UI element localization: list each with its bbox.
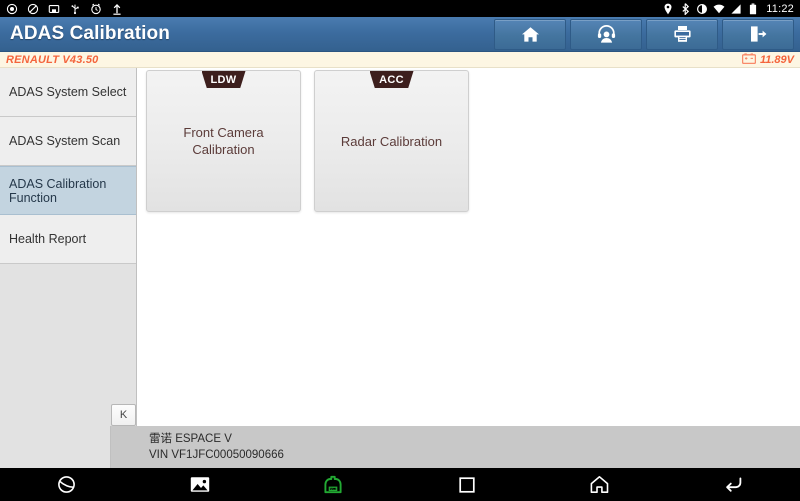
version-bar: RENAULT V43.50 11.89V <box>0 52 800 68</box>
recents-button[interactable] <box>400 468 533 501</box>
alarm-icon <box>90 3 102 15</box>
home-outline-icon <box>589 475 610 494</box>
voltage-value: 11.89V <box>759 53 794 66</box>
voltage-indicator: 11.89V <box>741 51 794 69</box>
support-button[interactable] <box>570 18 642 50</box>
page-title: ADAS Calibration <box>10 23 170 44</box>
main-content: LDW Front Camera Calibration ACC Radar C… <box>138 68 800 426</box>
vehicle-bar-left-pad <box>0 426 111 468</box>
header-actions <box>494 17 800 51</box>
status-bar-clock: 11:22 <box>766 2 794 15</box>
software-version-label: RENAULT V43.50 <box>6 53 99 66</box>
car-battery-icon <box>741 51 756 69</box>
upload-icon <box>111 3 123 15</box>
sidebar-collapse-button[interactable]: K <box>111 404 136 426</box>
print-button[interactable] <box>646 18 718 50</box>
brightness-icon <box>696 3 708 15</box>
card-front-camera-calibration[interactable]: LDW Front Camera Calibration <box>146 70 301 212</box>
sidebar-item-label: ADAS System Select <box>9 85 127 99</box>
back-button[interactable] <box>667 468 800 501</box>
card-title: Radar Calibration <box>340 133 443 149</box>
android-status-bar: 11:22 <box>0 0 800 17</box>
sidebar-item-adas-system-select[interactable]: ADAS System Select <box>0 68 136 117</box>
sidebar-item-health-report[interactable]: Health Report <box>0 215 136 264</box>
usb-icon <box>69 3 81 15</box>
gallery-button[interactable] <box>133 468 266 501</box>
home-nav-button[interactable] <box>533 468 666 501</box>
sidebar-item-adas-calibration-function[interactable]: ADAS Calibration Function <box>0 166 136 215</box>
vehicle-info-bar: 雷诺 ESPACE V VIN VF1JFC00050090666 <box>111 426 800 468</box>
vehicle-vin: VIN VF1JFC00050090666 <box>149 449 284 461</box>
calibration-function-grid: LDW Front Camera Calibration ACC Radar C… <box>146 70 800 212</box>
browser-icon <box>56 474 77 495</box>
vehicle-model: 雷诺 ESPACE V <box>149 433 232 445</box>
do-not-disturb-icon <box>27 3 39 15</box>
sidebar-item-label: ADAS System Scan <box>9 134 121 148</box>
headset-icon <box>597 25 616 43</box>
work-area: ADAS System Select ADAS System Scan ADAS… <box>0 68 800 426</box>
square-icon <box>458 476 476 494</box>
back-arrow-icon <box>723 475 744 494</box>
screenshot-icon <box>48 3 60 15</box>
adas-calibration-screen: 11:22 ADAS Calibration RENAULT V43.50 11… <box>0 0 800 501</box>
home-icon <box>521 26 540 43</box>
vci-connector-icon: VCI <box>320 475 346 495</box>
cell-signal-icon <box>730 3 742 15</box>
bluetooth-icon <box>679 2 691 15</box>
status-bar-left-icons <box>6 3 123 15</box>
sidebar-item-label: ADAS Calibration Function <box>9 176 107 205</box>
exit-button[interactable] <box>722 18 794 50</box>
image-icon <box>190 476 210 493</box>
card-title: Front Camera Calibration <box>183 125 264 157</box>
status-bar-right-icons: 11:22 <box>662 3 794 15</box>
sidebar-item-label: Health Report <box>9 232 87 246</box>
svg-text:VCI: VCI <box>330 486 336 490</box>
vci-button[interactable]: VCI <box>267 468 400 501</box>
app-header: ADAS Calibration <box>0 17 800 52</box>
status-badge: LDW <box>201 71 246 88</box>
wifi-icon <box>713 3 725 15</box>
battery-icon <box>747 3 759 15</box>
status-badge: ACC <box>369 71 414 88</box>
record-icon <box>6 3 18 15</box>
sidebar-item-adas-system-scan[interactable]: ADAS System Scan <box>0 117 136 166</box>
browser-button[interactable] <box>0 468 133 501</box>
location-icon <box>662 3 674 15</box>
card-radar-calibration[interactable]: ACC Radar Calibration <box>314 70 469 212</box>
sidebar-menu: ADAS System Select ADAS System Scan ADAS… <box>0 68 137 426</box>
android-nav-bar: VCI <box>0 468 800 501</box>
home-button[interactable] <box>494 18 566 50</box>
printer-icon <box>673 25 692 43</box>
exit-icon <box>749 25 768 43</box>
